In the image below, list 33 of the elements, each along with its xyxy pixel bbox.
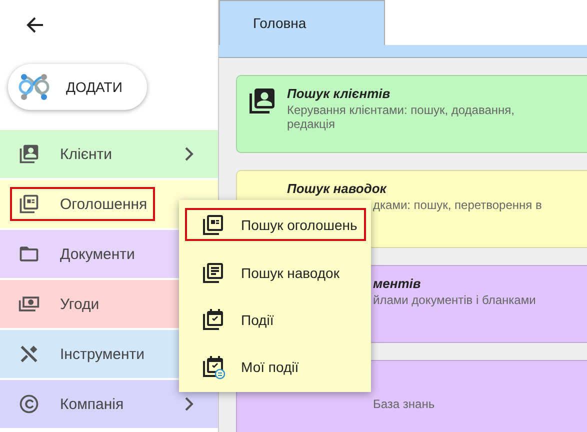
sidebar-label: Угоди — [60, 296, 100, 312]
card[interactable]: Пошук клієнтів Керування клієнтами: пошук, додавання, редакція — [236, 75, 587, 153]
card-title: Пошук наводок — [287, 181, 388, 196]
sidebar-label: Клієнти — [60, 146, 112, 162]
sidebar-label: Інструменти — [60, 346, 145, 362]
chevron-right-icon — [184, 397, 194, 411]
sidebar-label: Компанія — [60, 396, 124, 412]
menu-item[interactable]: Пошук оголошень — [185, 208, 366, 241]
contact-stack-icon — [247, 86, 277, 116]
card-description: База знань — [373, 396, 435, 411]
document-stack-icon — [201, 260, 225, 284]
back-arrow-icon[interactable] — [25, 15, 45, 35]
sidebar-item[interactable]: Клієнти — [0, 130, 218, 178]
card-description: йлами документів і бланками — [373, 293, 536, 307]
tab[interactable]: Головна — [219, 0, 385, 45]
card-title: Пошук клієнтів — [287, 86, 392, 101]
card-stack-icon — [201, 212, 225, 236]
chevron-right-icon — [184, 147, 194, 161]
copyright-icon — [18, 393, 40, 415]
card-description: дками: пошук, перетворення в — [373, 198, 542, 212]
calendar-check-icon — [201, 308, 225, 332]
logo-icon — [18, 71, 50, 103]
card-title: ментів — [373, 276, 421, 291]
add-button[interactable]: ДОДАТИ — [8, 64, 147, 110]
sidebar-label: Оголошення — [60, 196, 148, 212]
sidebar-item[interactable]: Компанія — [0, 380, 218, 428]
contact-stack-icon — [18, 143, 40, 165]
sidebar-label: Документи — [60, 246, 135, 262]
calendar-person-icon — [201, 354, 225, 378]
card-stack-icon — [18, 193, 40, 215]
card-description: Керування клієнтами: пошук, додавання, редакція — [287, 103, 516, 131]
tools-icon — [18, 343, 40, 365]
sidebar-item[interactable]: Оголошення — [0, 180, 218, 228]
